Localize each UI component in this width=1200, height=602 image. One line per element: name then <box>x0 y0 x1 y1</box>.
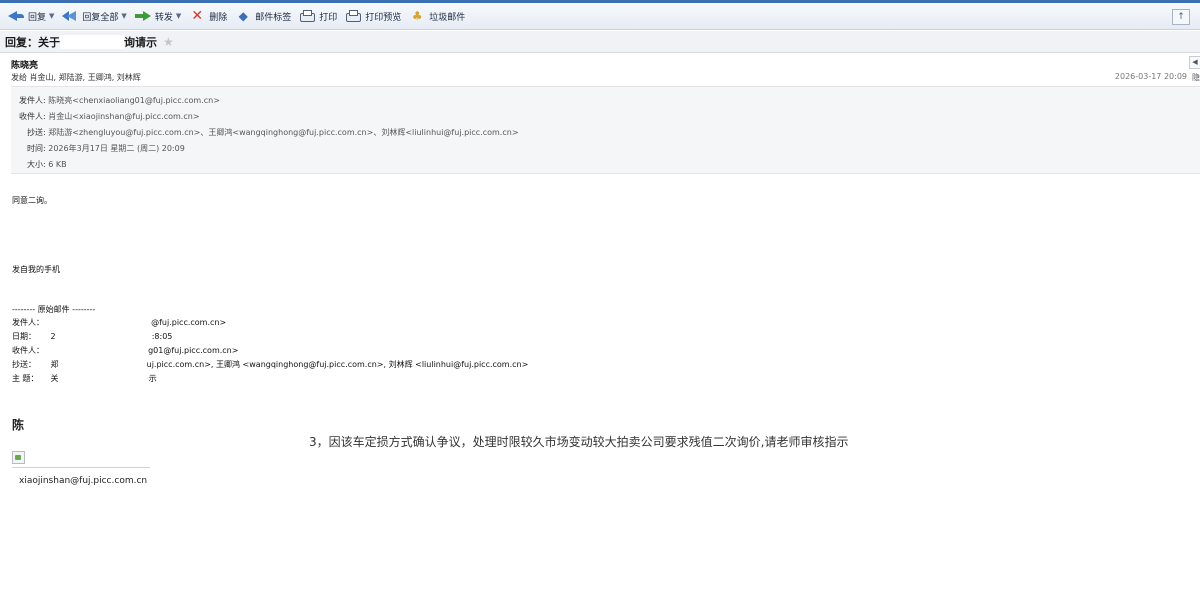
reply-icon <box>8 9 24 23</box>
original-to-label: 收件人： <box>12 346 44 355</box>
print-button[interactable]: 打印 <box>297 5 343 27</box>
original-date-tail: :8:05 <box>151 332 173 341</box>
reply-label: 回复 <box>28 12 47 23</box>
body-line-agree: 同意二询。 <box>12 196 52 205</box>
subject-suffix: 询请示 <box>124 35 157 49</box>
subject-bar: 回复：关于 询请示 ★ <box>0 31 1200 53</box>
collapse-arrow-icon[interactable]: ◀ <box>1189 56 1200 69</box>
original-subject-head: 关 <box>50 374 59 383</box>
star-icon[interactable]: ★ <box>163 35 174 49</box>
original-from-row: 发件人： @fuj.picc.com.cn> <box>12 317 226 328</box>
original-date-label: 日期： <box>12 332 36 341</box>
chevron-down-icon[interactable]: ▼ <box>121 12 126 20</box>
size-label: 大小: <box>27 160 46 169</box>
reply-all-button[interactable]: 回复全部 ▼ <box>60 5 132 27</box>
signature-divider <box>12 467 150 468</box>
original-cc-head: 郑 <box>50 360 59 369</box>
chevron-down-icon[interactable]: ▼ <box>176 12 181 20</box>
printer-icon <box>299 9 316 23</box>
delete-label: 删除 <box>209 12 228 23</box>
delete-icon: ✕ <box>191 8 204 24</box>
junk-icon: ♣ <box>411 9 423 23</box>
redacted-block <box>60 34 124 49</box>
message-header-details: 发件人: 陈晓亮<chenxiaoliang01@fuj.picc.com.cn… <box>11 86 1200 174</box>
cc-label: 抄送: <box>27 128 46 137</box>
original-from-tail: @fuj.picc.com.cn> <box>151 318 227 327</box>
print-preview-icon <box>345 9 362 23</box>
original-mail-divider: -------- 原始邮件 -------- <box>12 305 96 314</box>
tag-icon: ◆ <box>238 9 248 23</box>
delete-button[interactable]: ✕ 删除 <box>187 5 233 27</box>
original-date-row: 日期： 2 :8:05 <box>12 331 172 342</box>
from-label: 发件人: <box>19 96 46 105</box>
header-cc-row: 抄送: 郑陆游<zhengluyou@fuj.picc.com.cn>、王卿鸿<… <box>27 127 519 138</box>
forward-icon <box>134 9 151 23</box>
print-preview-button[interactable]: 打印预览 <box>343 5 407 27</box>
to-label: 收件人: <box>19 112 46 121</box>
hide-details-link[interactable]: 隐 <box>1192 72 1200 83</box>
junk-mail-button[interactable]: ♣ 垃圾邮件 <box>407 5 471 27</box>
original-date-head: 2 <box>50 332 56 341</box>
reply-all-label: 回复全部 <box>82 12 119 23</box>
mail-toolbar: 回复 ▼ 回复全部 ▼ 转发 ▼ ✕ 删除 ◆ 邮件标签 打印 打印预览 ♣ 垃… <box>0 3 1200 30</box>
mail-tag-button[interactable]: ◆ 邮件标签 <box>233 5 297 27</box>
chevron-down-icon[interactable]: ▼ <box>49 12 54 20</box>
original-cc-tail: uj.picc.com.cn>, 王卿鸿 <wangqinghong@fuj.p… <box>146 360 529 369</box>
header-from-row: 发件人: 陈晓亮<chenxiaoliang01@fuj.picc.com.cn… <box>19 95 220 106</box>
size-value: 6 KB <box>48 160 67 169</box>
print-preview-label: 打印预览 <box>365 12 402 23</box>
cc-value[interactable]: 郑陆游<zhengluyou@fuj.picc.com.cn>、王卿鸿<wang… <box>48 128 518 137</box>
header-size-row: 大小: 6 KB <box>27 159 67 170</box>
scroll-top-button[interactable]: ↑ <box>1172 9 1190 25</box>
junk-mail-label: 垃圾邮件 <box>429 12 466 23</box>
original-subject-label: 主 题： <box>12 374 39 383</box>
recipients-summary: 发给 肖金山, 郑陆游, 王卿鸿, 刘林辉 <box>11 73 141 82</box>
body-line-signature: 发自我的手机 <box>12 265 60 274</box>
subject-prefix: 回复：关于 <box>5 35 60 49</box>
reply-button[interactable]: 回复 ▼ <box>6 5 60 27</box>
broken-image-icon <box>12 451 25 464</box>
original-to-tail: g01@fuj.picc.com.cn> <box>148 346 239 355</box>
main-request-line: 3，因该车定损方式确认争议，处理时限较久市场变动较大拍卖公司要求残值二次询价,请… <box>309 435 849 449</box>
original-subject-tail: 示 <box>148 374 157 383</box>
original-subject-row: 主 题： 关 示 <box>12 373 157 384</box>
original-to-row: 收件人： g01@fuj.picc.com.cn> <box>12 345 238 356</box>
header-to-row: 收件人: 肖金山<xiaojinshan@fuj.picc.com.cn> <box>19 111 200 122</box>
time-value: 2026年3月17日 星期二 (周二) 20:09 <box>48 144 185 153</box>
message-date: 2026-03-17 20:09 <box>1114 72 1187 81</box>
forward-label: 转发 <box>154 12 173 23</box>
time-label: 时间: <box>27 144 46 153</box>
to-value[interactable]: 肖金山<xiaojinshan@fuj.picc.com.cn> <box>48 112 199 121</box>
original-cc-label: 抄送： <box>12 360 36 369</box>
signature-email[interactable]: xiaojinshan@fuj.picc.com.cn <box>19 476 147 486</box>
from-value[interactable]: 陈晓亮<chenxiaoliang01@fuj.picc.com.cn> <box>48 96 220 105</box>
partial-text-char: 陈 <box>12 418 25 432</box>
reply-all-icon <box>62 9 78 23</box>
original-cc-row: 抄送： 郑 uj.picc.com.cn>, 王卿鸿 <wangqinghong… <box>12 359 528 370</box>
original-from-label: 发件人： <box>12 318 44 327</box>
mail-tag-label: 邮件标签 <box>255 12 292 23</box>
sender-name[interactable]: 陈晓亮 <box>11 58 38 71</box>
forward-button[interactable]: 转发 ▼ <box>133 5 187 27</box>
header-time-row: 时间: 2026年3月17日 星期二 (周二) 20:09 <box>27 143 185 154</box>
print-label: 打印 <box>319 12 338 23</box>
